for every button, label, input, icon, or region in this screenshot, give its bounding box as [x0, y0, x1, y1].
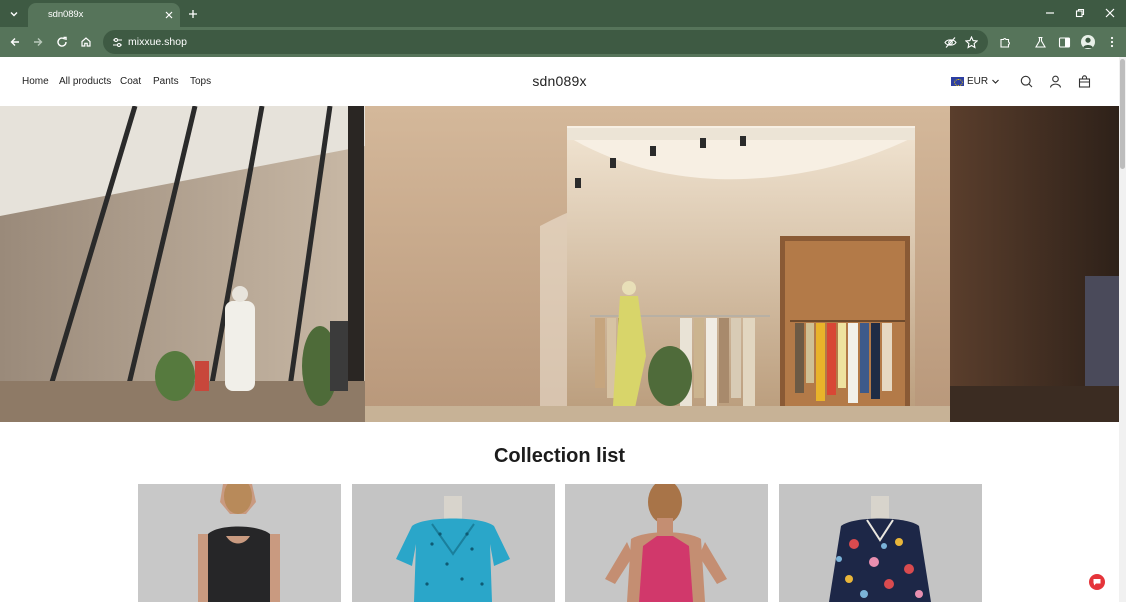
minimize-icon [1046, 12, 1054, 14]
store-header: Home All products Coat Pants Tops sdn089… [0, 57, 1119, 106]
active-tab[interactable]: sdn089x [28, 3, 180, 27]
browser-toolbar: mixxue.shop [0, 27, 1126, 57]
black-dress-photo [138, 484, 341, 602]
close-window-button[interactable] [1098, 3, 1122, 23]
currency-selector[interactable]: EUR [951, 74, 1000, 88]
profile-avatar[interactable] [1081, 35, 1095, 49]
chat-widget-button[interactable] [1089, 574, 1105, 590]
more-vert-icon [1110, 36, 1114, 48]
user-icon [1049, 75, 1061, 88]
arrow-left-icon [10, 38, 19, 46]
bookmark-star-button[interactable] [963, 34, 979, 50]
cart-button[interactable] [1076, 73, 1092, 89]
restore-button[interactable] [1068, 3, 1092, 23]
collection-list-heading: Collection list [493, 445, 626, 467]
pink-swimsuit-photo [565, 484, 768, 602]
side-panel-button[interactable] [1054, 32, 1074, 52]
forward-button[interactable] [28, 32, 48, 52]
plus-icon [189, 10, 197, 18]
close-icon [165, 11, 173, 19]
teal-wrap-dress-photo [352, 484, 555, 602]
side-panel-icon [1058, 36, 1070, 48]
eye-off-icon [943, 36, 957, 48]
collection-card-1[interactable] [138, 484, 341, 602]
search-icon [1020, 75, 1032, 87]
collection-card-2[interactable] [352, 484, 555, 602]
extensions-button[interactable] [995, 32, 1015, 52]
eu-flag-icon [951, 76, 964, 86]
url-text[interactable]: mixxue.shop [128, 36, 187, 48]
search-button[interactable] [1018, 73, 1034, 89]
hero-banner[interactable] [0, 106, 1119, 422]
chat-bubble-icon [1093, 579, 1101, 586]
new-tab-button[interactable] [184, 5, 202, 23]
page-scrollbar[interactable] [1119, 57, 1126, 602]
tracking-protection-button[interactable] [942, 34, 958, 50]
address-bar[interactable]: mixxue.shop [103, 30, 988, 54]
tune-icon [112, 37, 122, 47]
labs-button[interactable] [1030, 32, 1050, 52]
arrow-right-icon [34, 38, 43, 46]
star-icon [964, 35, 978, 49]
minimize-button[interactable] [1038, 3, 1062, 23]
store-interior-photo [0, 106, 1119, 422]
chevron-down-icon [992, 79, 1000, 84]
collection-card-3[interactable] [565, 484, 768, 602]
back-button[interactable] [5, 32, 25, 52]
collection-card-4[interactable] [779, 484, 982, 602]
site-info-button[interactable] [109, 34, 125, 50]
account-button[interactable] [1047, 73, 1063, 89]
home-button[interactable] [76, 32, 96, 52]
browser-titlebar: sdn089x [0, 0, 1126, 27]
floral-shirt-photo [779, 484, 982, 602]
close-icon [1105, 8, 1115, 18]
person-icon [1083, 37, 1093, 48]
chevron-down-icon [10, 12, 18, 17]
puzzle-icon [999, 37, 1010, 48]
reload-icon [57, 36, 67, 47]
browser-menu-button[interactable] [1102, 32, 1122, 52]
tab-close-button[interactable] [162, 8, 176, 22]
flask-icon [1034, 36, 1046, 48]
home-icon [81, 37, 91, 47]
currency-label: EUR [967, 75, 989, 87]
reload-button[interactable] [52, 32, 72, 52]
shopping-bag-icon [1078, 74, 1090, 88]
tab-title: sdn089x [48, 9, 84, 20]
tab-search-button[interactable] [4, 4, 24, 24]
scrollbar-thumb[interactable] [1120, 59, 1125, 169]
restore-icon [1075, 8, 1085, 18]
